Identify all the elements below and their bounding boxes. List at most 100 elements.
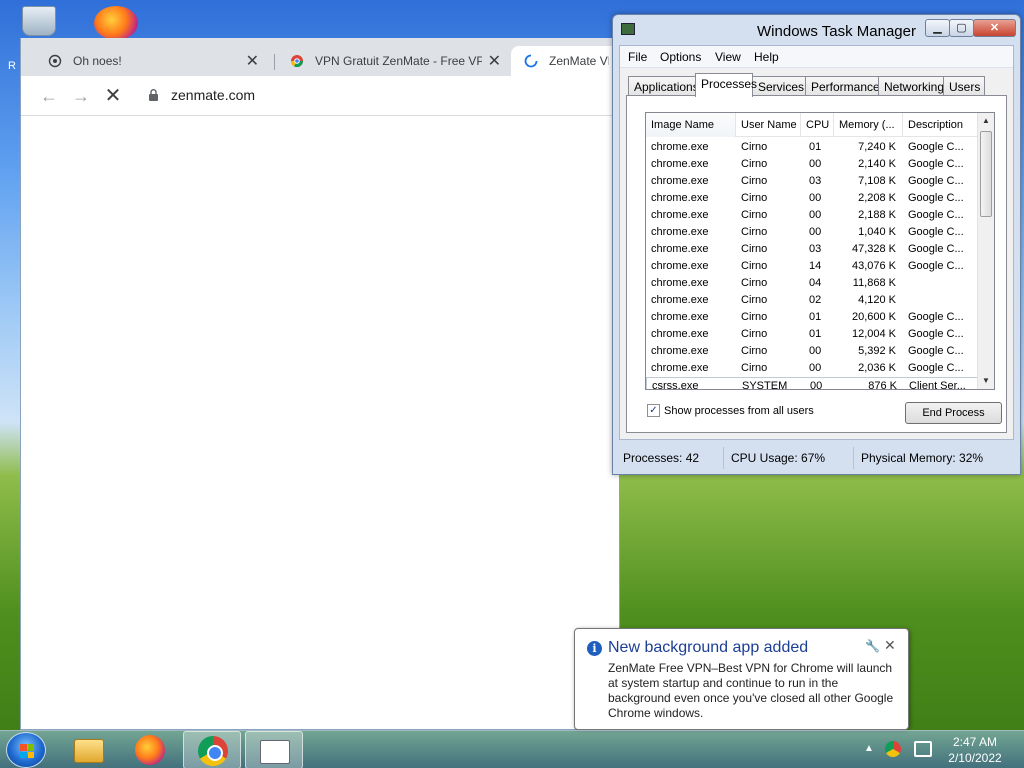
table-row[interactable]: chrome.exe Cirno 00 1,040 K Google C... xyxy=(646,224,978,241)
tab-strip: Oh noes! ✕ VPN Gratuit ZenMate - Free VP… xyxy=(21,38,621,76)
firefox-desktop-icon[interactable] xyxy=(94,6,138,40)
column-memory[interactable]: Memory (... xyxy=(834,113,903,137)
table-cell: 00 xyxy=(810,380,823,390)
column-cpu[interactable]: CPU xyxy=(801,113,834,137)
browser-tab-1[interactable]: Oh noes! ✕ xyxy=(35,46,271,76)
table-cell: Cirno xyxy=(741,243,768,255)
back-arrow-icon[interactable]: ← xyxy=(39,86,59,106)
lock-icon[interactable] xyxy=(149,89,158,101)
table-cell: Cirno xyxy=(741,260,768,272)
stop-loading-icon[interactable]: ✕ xyxy=(103,86,123,106)
table-row[interactable]: csrss.exe SYSTEM 00 876 K Client Ser... xyxy=(646,377,978,390)
table-cell: Cirno xyxy=(741,209,768,221)
chrome-tray-icon[interactable] xyxy=(885,741,901,757)
menu-view[interactable]: View xyxy=(715,50,741,64)
task-manager-window: Windows Task Manager ▁ ▢ ✕ File Options … xyxy=(612,14,1021,475)
table-row[interactable]: chrome.exe Cirno 14 43,076 K Google C... xyxy=(646,258,978,275)
show-all-users-checkbox[interactable]: ✓ Show processes from all users xyxy=(647,404,814,417)
table-cell: 04 xyxy=(809,277,822,289)
tab-applications[interactable]: Applications xyxy=(628,76,699,96)
table-row[interactable]: chrome.exe Cirno 00 5,392 K Google C... xyxy=(646,343,978,360)
forward-arrow-icon[interactable]: → xyxy=(71,86,91,106)
browser-tab-3-active[interactable]: ZenMate VPN xyxy=(511,46,621,76)
taskbar-explorer[interactable] xyxy=(60,731,118,768)
table-cell: Cirno xyxy=(741,175,768,187)
scroll-up-icon[interactable]: ▲ xyxy=(978,113,994,129)
title-bar[interactable]: Windows Task Manager ▁ ▢ ✕ xyxy=(613,15,1020,45)
tab-networking[interactable]: Networking xyxy=(878,76,944,96)
table-cell: Google C... xyxy=(908,141,964,153)
table-row[interactable]: chrome.exe Cirno 03 47,328 K Google C... xyxy=(646,241,978,258)
table-row[interactable]: chrome.exe Cirno 01 20,600 K Google C... xyxy=(646,309,978,326)
minimize-button[interactable]: ▁ xyxy=(925,19,950,37)
taskbar-task-manager[interactable] xyxy=(245,731,303,768)
table-cell: Google C... xyxy=(908,311,964,323)
network-icon[interactable] xyxy=(914,741,932,757)
checkmark-icon[interactable]: ✓ xyxy=(647,404,660,417)
table-cell: 11,868 K xyxy=(852,277,896,289)
close-tab-icon[interactable]: ✕ xyxy=(246,51,259,71)
task-manager-body: File Options View Help Applications Proc… xyxy=(619,45,1014,440)
close-button[interactable]: ✕ xyxy=(973,19,1016,37)
table-row[interactable]: chrome.exe Cirno 04 11,868 K xyxy=(646,275,978,292)
browser-toolbar: ← → ✕ zenmate.com xyxy=(21,76,621,116)
taskbar-chrome[interactable] xyxy=(183,731,241,768)
notification-balloon[interactable]: i New background app added 🔧 ✕ ZenMate F… xyxy=(574,628,909,730)
tab-processes[interactable]: Processes xyxy=(695,73,757,97)
table-cell: Google C... xyxy=(908,192,964,204)
start-button[interactable] xyxy=(6,732,46,768)
menu-file[interactable]: File xyxy=(628,50,647,64)
address-bar[interactable]: zenmate.com xyxy=(171,87,255,103)
tab-services[interactable]: Services xyxy=(752,76,806,96)
table-cell: chrome.exe xyxy=(651,277,709,289)
table-row[interactable]: chrome.exe Cirno 00 2,208 K Google C... xyxy=(646,190,978,207)
table-row[interactable]: chrome.exe Cirno 01 12,004 K Google C... xyxy=(646,326,978,343)
table-row[interactable]: chrome.exe Cirno 01 7,240 K Google C... xyxy=(646,139,978,156)
table-cell: 01 xyxy=(809,311,822,323)
tab-title: Oh noes! xyxy=(73,54,122,68)
maximize-button[interactable]: ▢ xyxy=(949,19,974,37)
table-cell: 4,120 K xyxy=(858,294,896,306)
table-row[interactable]: chrome.exe Cirno 02 4,120 K xyxy=(646,292,978,309)
close-icon[interactable]: ✕ xyxy=(884,637,896,654)
table-cell: 03 xyxy=(809,175,822,187)
tab-users[interactable]: Users xyxy=(943,76,985,96)
column-user-name[interactable]: User Name xyxy=(736,113,801,137)
show-all-users-label: Show processes from all users xyxy=(664,404,814,417)
table-row[interactable]: chrome.exe Cirno 00 2,140 K Google C... xyxy=(646,156,978,173)
table-row[interactable]: chrome.exe Cirno 03 7,108 K Google C... xyxy=(646,173,978,190)
recycle-bin-icon[interactable] xyxy=(22,6,56,36)
table-cell: chrome.exe xyxy=(651,362,709,374)
end-process-button[interactable]: End Process xyxy=(905,402,1002,424)
tab-performance[interactable]: Performance xyxy=(805,76,880,96)
list-header: Image Name User Name CPU Memory (... Des… xyxy=(646,113,978,137)
table-cell: 00 xyxy=(809,158,822,170)
scroll-down-icon[interactable]: ▼ xyxy=(978,373,994,389)
browser-tab-2[interactable]: VPN Gratuit ZenMate - Free VPN ✕ xyxy=(277,46,513,76)
clock-time: 2:47 AM xyxy=(952,735,998,749)
table-cell: Cirno xyxy=(741,226,768,238)
table-cell: 00 xyxy=(809,345,822,357)
table-cell: 00 xyxy=(809,362,822,374)
scroll-thumb[interactable] xyxy=(980,131,992,217)
clock[interactable]: 2:47 AM 2/10/2022 xyxy=(940,734,1010,766)
table-cell: chrome.exe xyxy=(651,141,709,153)
physical-memory: Physical Memory: 32% xyxy=(861,451,984,465)
table-cell: Cirno xyxy=(741,345,768,357)
process-list[interactable]: Image Name User Name CPU Memory (... Des… xyxy=(645,112,995,390)
table-row[interactable]: chrome.exe Cirno 00 2,188 K Google C... xyxy=(646,207,978,224)
table-cell: Cirno xyxy=(741,158,768,170)
column-image-name[interactable]: Image Name xyxy=(646,113,736,137)
taskbar-firefox[interactable] xyxy=(121,731,179,768)
show-hidden-icons-icon[interactable]: ▲ xyxy=(864,743,874,754)
menu-help[interactable]: Help xyxy=(754,50,779,64)
menu-options[interactable]: Options xyxy=(660,50,701,64)
table-cell: Cirno xyxy=(741,294,768,306)
column-description[interactable]: Description xyxy=(903,113,978,137)
close-tab-icon[interactable]: ✕ xyxy=(488,51,501,71)
settings-wrench-icon[interactable]: 🔧 xyxy=(865,639,880,653)
table-cell: chrome.exe xyxy=(651,260,709,272)
table-row[interactable]: chrome.exe Cirno 00 2,036 K Google C... xyxy=(646,360,978,377)
vertical-scrollbar[interactable]: ▲ ▼ xyxy=(977,113,994,389)
table-cell: chrome.exe xyxy=(651,294,709,306)
